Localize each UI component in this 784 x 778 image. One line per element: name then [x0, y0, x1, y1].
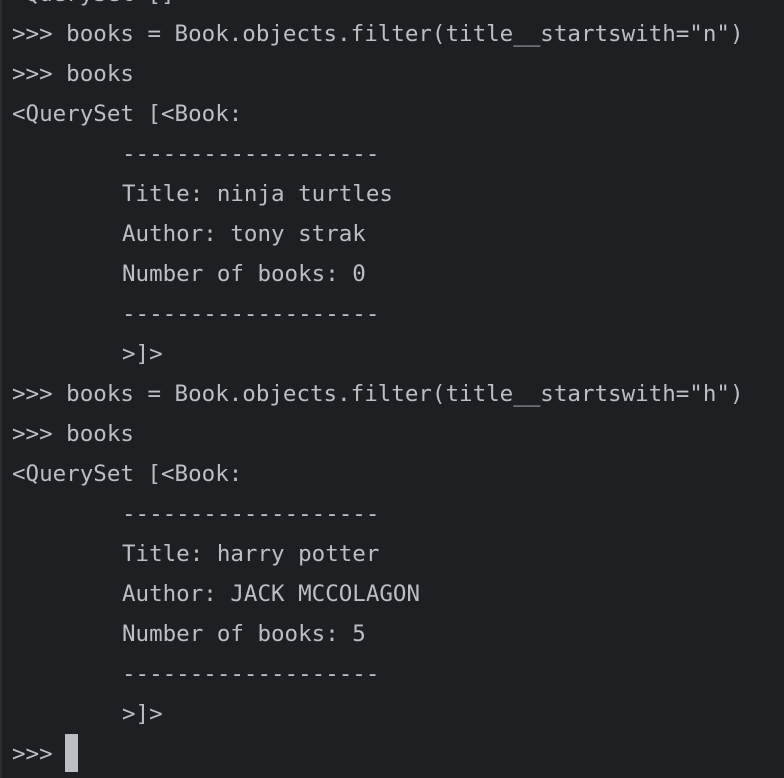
console-output: <QuerySet []> >>> books = Book.objects.f… — [12, 0, 784, 774]
output-line: <QuerySet []> — [12, 0, 784, 14]
output-line: Number of books: 5 — [122, 621, 366, 647]
input-line: >>> books — [12, 421, 134, 447]
output-line: ------------------- — [122, 661, 380, 687]
output-line: >]> — [122, 701, 163, 727]
output-line: Number of books: 0 — [122, 261, 366, 287]
output-line: <QuerySet [<Book: — [12, 461, 243, 487]
output-line: ------------------- — [122, 141, 380, 167]
input-line: >>> books = Book.objects.filter(title__s… — [12, 21, 744, 47]
output-line: Title: ninja turtles — [122, 181, 393, 207]
output-line: >]> — [122, 341, 163, 367]
input-line: >>> books = Book.objects.filter(title__s… — [12, 381, 744, 407]
output-line: ------------------- — [122, 501, 380, 527]
output-line: Title: harry potter — [122, 541, 380, 567]
output-line: ------------------- — [122, 301, 380, 327]
input-line: >>> books — [12, 61, 134, 87]
text-cursor — [64, 733, 78, 772]
output-line: Author: JACK MCCOLAGON — [122, 581, 421, 607]
output-line: <QuerySet [<Book: — [12, 101, 243, 127]
output-line: Author: tony strak — [122, 221, 366, 247]
prompt-line[interactable]: >>> — [12, 733, 784, 774]
console-prompt: >>> — [12, 741, 53, 767]
python-console[interactable]: <QuerySet []> >>> books = Book.objects.f… — [0, 0, 784, 778]
